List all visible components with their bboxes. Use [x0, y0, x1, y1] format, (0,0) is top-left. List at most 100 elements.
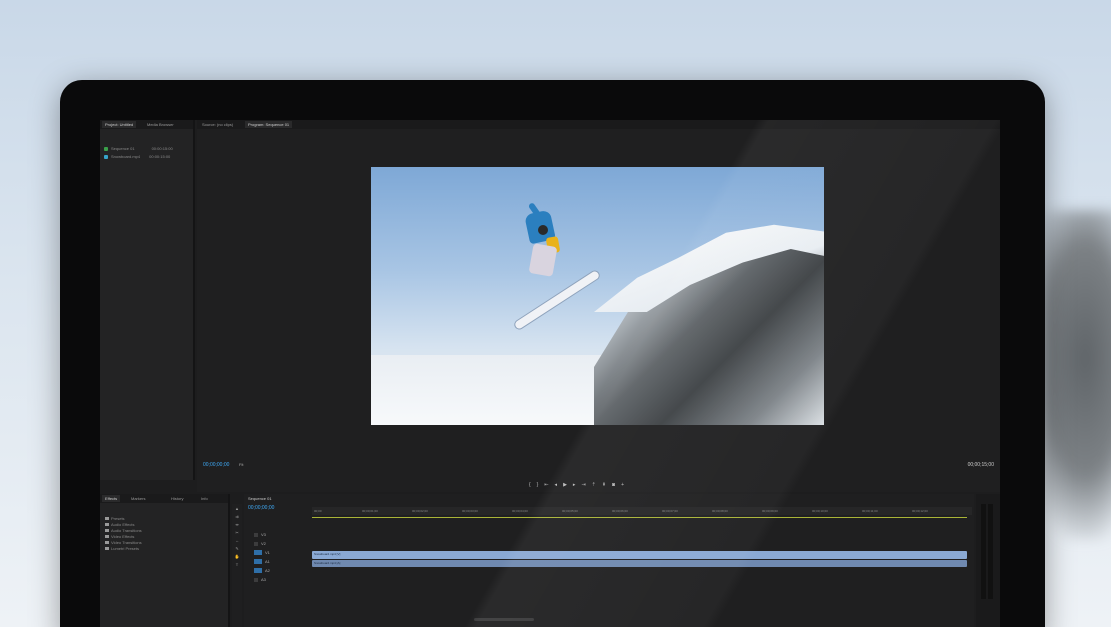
lock-icon[interactable]	[254, 532, 258, 537]
snowboarder-pants	[528, 243, 558, 277]
ruler-tick: 00;00;10;00	[812, 509, 828, 513]
track-header[interactable]: V1	[254, 550, 270, 555]
lock-icon[interactable]	[254, 577, 258, 582]
project-item-name: Snowboard.mp4	[111, 154, 141, 159]
button-editor-icon[interactable]: +	[621, 482, 624, 488]
tab-sequence[interactable]: Sequence 01	[248, 496, 272, 501]
ruler-tick: 00;00;09;00	[762, 509, 778, 513]
video-clip[interactable]: Snowboard.mp4 [V]	[312, 551, 967, 559]
track-target-icon[interactable]	[254, 559, 262, 564]
effects-folder-label: Audio Effects	[111, 522, 135, 527]
hand-tool-icon[interactable]: ✋	[235, 554, 240, 559]
project-item[interactable]: Snowboard.mp4 00:00:15:00	[104, 154, 170, 159]
effects-folder[interactable]: Audio Effects	[105, 522, 135, 527]
folder-icon	[105, 535, 109, 538]
folder-icon	[105, 529, 109, 532]
track-name: A2	[265, 568, 270, 573]
tools-panel: ▲ ⇉ ⇹ ✂ ↔ ✎ ✋ T	[232, 504, 242, 627]
project-panel: Project: Untitled Media Browser Sequence…	[100, 120, 195, 480]
step-forward-icon[interactable]: ▸	[573, 482, 576, 488]
effects-folder-label: Video Effects	[111, 534, 135, 539]
audio-clip[interactable]: Snowboard.mp4 [A]	[312, 560, 967, 567]
audio-meter-left	[981, 504, 986, 599]
work-area-bar[interactable]	[312, 517, 967, 518]
track-target-icon[interactable]	[254, 568, 262, 573]
track-name: A3	[261, 577, 266, 582]
track-header[interactable]: A1	[254, 559, 270, 564]
mark-out-icon[interactable]: }	[537, 482, 539, 488]
track-name: V1	[265, 550, 270, 555]
folder-icon	[105, 547, 109, 550]
type-tool-icon[interactable]: T	[236, 562, 238, 567]
effects-folder[interactable]: Video Transitions	[105, 540, 142, 545]
tab-media-browser[interactable]: Media Browser	[144, 121, 177, 128]
effects-panel: Effects Markers History Info Presets Aud…	[100, 494, 230, 627]
track-name: A1	[265, 559, 270, 564]
snowboarder-helmet	[538, 225, 548, 235]
track-target-icon[interactable]	[254, 550, 262, 555]
lift-icon[interactable]: ⇡	[592, 482, 596, 488]
project-item-duration: 00:00:15:00	[151, 146, 173, 151]
ripple-edit-tool-icon[interactable]: ⇹	[235, 522, 238, 527]
tab-info[interactable]: Info	[198, 495, 211, 502]
folder-icon	[105, 541, 109, 544]
track-header[interactable]: A3	[254, 577, 266, 582]
track-select-tool-icon[interactable]: ⇉	[235, 514, 238, 519]
background-blurred-rock	[1041, 210, 1111, 540]
snowboard	[512, 268, 602, 332]
monitor-tabs: Source: (no clips) Program: Sequence 01	[197, 120, 1000, 129]
effects-tabs: Effects Markers History Info	[100, 494, 228, 503]
ruler-tick: 00;00;11;00	[862, 509, 878, 513]
timeline-timecode[interactable]: 00;00;00;00	[248, 505, 274, 511]
tab-source[interactable]: Source: (no clips)	[199, 121, 236, 128]
zoom-fit-select[interactable]: Fit	[239, 462, 243, 467]
ruler-tick: 00;00;01;00	[362, 509, 378, 513]
project-item-duration: 00:00:15:00	[149, 154, 171, 159]
go-to-in-icon[interactable]: ⇤	[544, 482, 548, 488]
pen-tool-icon[interactable]: ✎	[235, 546, 238, 551]
tab-effects[interactable]: Effects	[102, 495, 121, 502]
tab-history[interactable]: History	[168, 495, 186, 502]
timeline-panel: Sequence 01 00;00;00;00 00;00 00;00;01;0…	[244, 494, 974, 627]
effects-folder-label: Video Transitions	[111, 540, 142, 545]
ruler-tick: 00;00	[314, 509, 322, 513]
timeline-scrollbar[interactable]	[474, 618, 534, 621]
extract-icon[interactable]: ⇞	[602, 482, 606, 488]
selection-tool-icon[interactable]: ▲	[235, 506, 239, 511]
project-item[interactable]: Sequence 01 00:00:15:00	[104, 146, 173, 151]
tab-program[interactable]: Program: Sequence 01	[245, 121, 293, 128]
computer-monitor: Project: Untitled Media Browser Sequence…	[60, 80, 1045, 627]
effects-folder[interactable]: Presets	[105, 516, 125, 521]
ruler-tick: 00;00;07;00	[662, 509, 678, 513]
slip-tool-icon[interactable]: ↔	[235, 538, 239, 543]
go-to-out-icon[interactable]: ⇥	[581, 482, 585, 488]
razor-tool-icon[interactable]: ✂	[235, 530, 238, 535]
ruler-tick: 00;00;06;00	[612, 509, 628, 513]
tab-markers[interactable]: Markers	[128, 495, 148, 502]
project-panel-tabs: Project: Untitled Media Browser	[100, 120, 193, 129]
play-icon[interactable]: ▶	[563, 482, 567, 488]
effects-folder[interactable]: Video Effects	[105, 534, 134, 539]
video-preview[interactable]	[371, 167, 824, 425]
mark-in-icon[interactable]: {	[529, 482, 531, 488]
track-header[interactable]: V3	[254, 532, 266, 537]
audio-clip-label: Snowboard.mp4 [A]	[314, 561, 341, 565]
tab-project[interactable]: Project: Untitled	[102, 121, 137, 128]
step-back-icon[interactable]: ◂	[555, 482, 558, 488]
sequence-icon	[104, 146, 108, 151]
lock-icon[interactable]	[254, 541, 258, 546]
track-header[interactable]: A2	[254, 568, 270, 573]
export-frame-icon[interactable]: ◙	[612, 482, 615, 488]
playhead-timecode[interactable]: 00;00;00;00	[203, 462, 229, 468]
ruler-tick: 00;00;03;00	[462, 509, 478, 513]
track-header[interactable]: V2	[254, 541, 266, 546]
track-name: V3	[261, 532, 266, 537]
effects-folder-label: Audio Transitions	[111, 528, 142, 533]
project-item-name: Sequence 01	[111, 146, 135, 151]
effects-folder[interactable]: Lumetri Presets	[105, 546, 139, 551]
audio-meters	[976, 494, 1000, 627]
effects-folder[interactable]: Audio Transitions	[105, 528, 142, 533]
video-clip-label: Snowboard.mp4 [V]	[314, 552, 341, 556]
audio-meter-right	[988, 504, 993, 599]
ruler-tick: 00;00;04;00	[512, 509, 528, 513]
